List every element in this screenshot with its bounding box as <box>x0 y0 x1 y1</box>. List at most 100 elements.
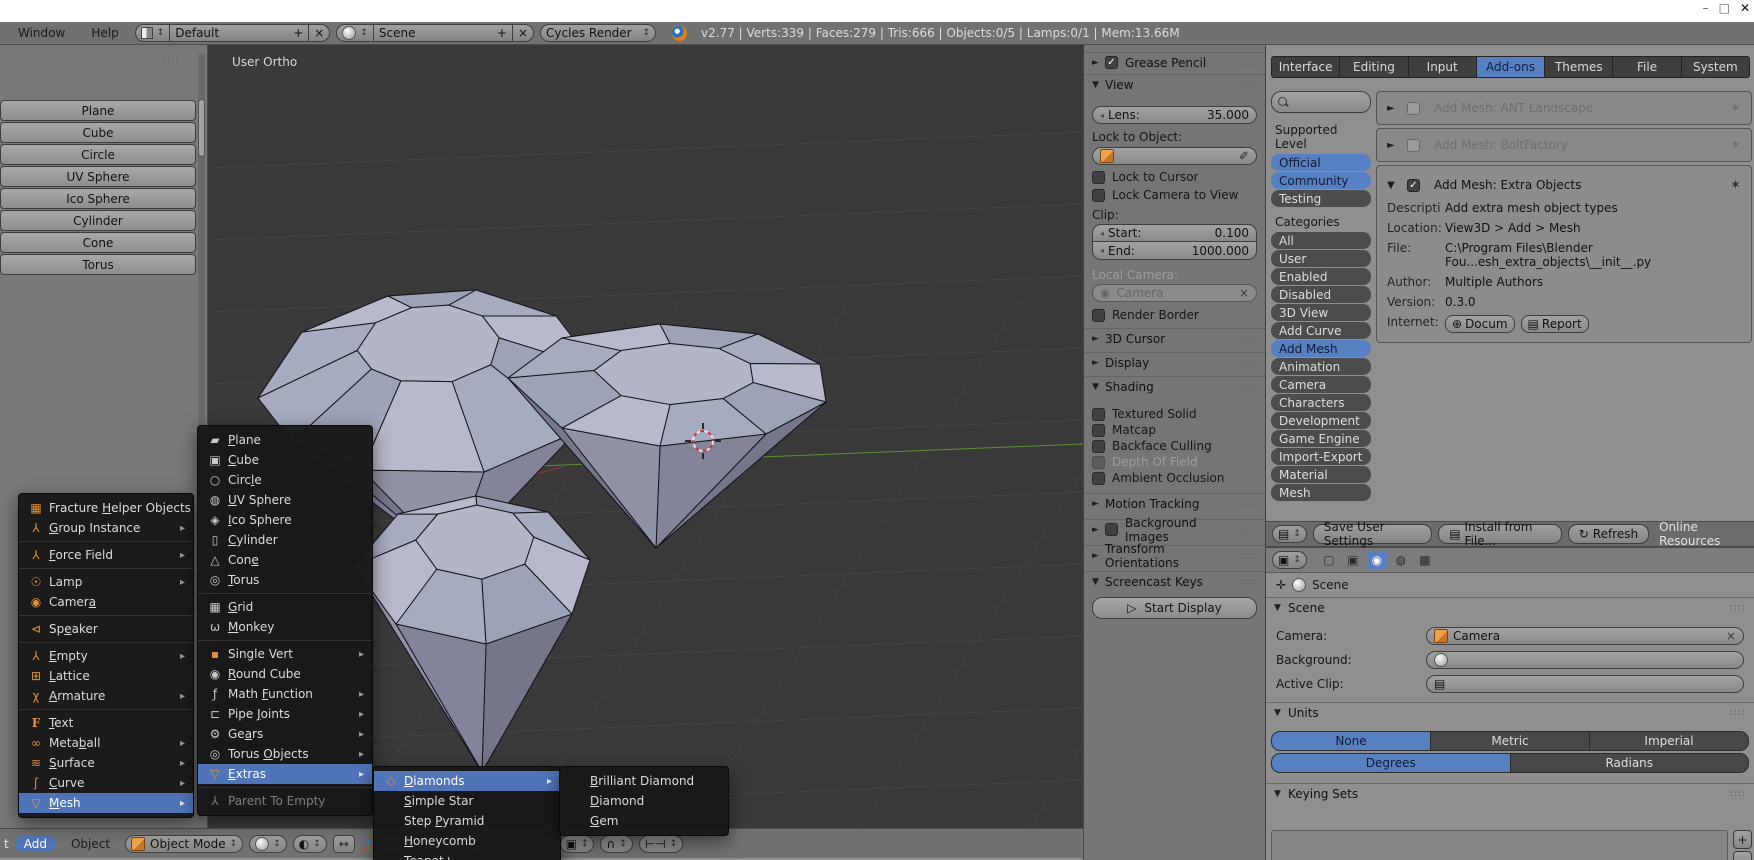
tab-editing[interactable]: Editing <box>1340 56 1409 78</box>
panel-toggle-icon[interactable]: ► <box>1092 525 1105 535</box>
panel-header-motion-tracking[interactable]: ► Motion Tracking:::: <box>1084 493 1265 513</box>
menu-item-circle[interactable]: ○ Circle <box>198 470 372 490</box>
lock-to-object-field[interactable]: ✐ <box>1092 147 1257 165</box>
mode-dropdown[interactable]: Object Mode ↕ <box>125 834 244 853</box>
slider-lens-[interactable]: ◂ Lens: 35.000 <box>1092 106 1257 124</box>
addon-header[interactable]: ▼ ✓ Add Mesh: Extra Objects ✶ <box>1377 166 1751 198</box>
checkbox-ambient-occlusion[interactable]: ✓ <box>1092 471 1105 485</box>
decrement-arrow-icon[interactable]: ◂ <box>1100 111 1104 120</box>
add-plane-button[interactable]: Plane <box>0 100 196 121</box>
expand-arrow-icon[interactable]: ► <box>1387 103 1407 114</box>
scene-panel-header[interactable]: ▼ Scene :::: <box>1266 597 1754 618</box>
addon-search-input[interactable] <box>1271 91 1371 113</box>
layout-add-button[interactable]: + <box>288 24 309 42</box>
report-bug-button[interactable]: ▤ Report <box>1520 315 1589 333</box>
tab-system[interactable]: System <box>1681 56 1750 78</box>
menu-item-diamonds[interactable]: ◇ Diamonds ▸ <box>374 771 560 791</box>
menu-item-grid[interactable]: ▦ Grid <box>198 597 372 617</box>
panel-toggle-icon[interactable]: ► <box>1092 58 1105 68</box>
decrement-arrow-icon[interactable]: ◂ <box>1100 246 1104 255</box>
menu-item-armature[interactable]: χ Armature ▸ <box>19 686 193 706</box>
menu-item-empty[interactable]: ⅄ Empty ▸ <box>19 646 193 666</box>
panel-toggle-icon[interactable]: ► <box>1092 499 1105 509</box>
menu-item-camera[interactable]: ◉ Camera <box>19 592 193 612</box>
menu-item-math-function[interactable]: ƒ Math Function ▸ <box>198 684 372 704</box>
panel-drag-dots[interactable]: :::: <box>1241 80 1257 90</box>
panel-toggle-icon[interactable]: ▼ <box>1092 382 1105 392</box>
menu-item-uv-sphere[interactable]: ◍ UV Sphere <box>198 490 372 510</box>
expand-arrow-icon[interactable]: ► <box>1387 140 1407 151</box>
pivot-dropdown[interactable]: ◐ ↕ <box>292 834 327 853</box>
menu-item-metaball[interactable]: ∞ Metaball ▸ <box>19 733 193 753</box>
menu-item-torus-objects[interactable]: ◎ Torus Objects ▸ <box>198 744 372 764</box>
panel-drag-dots[interactable]: :::: <box>1241 58 1257 68</box>
menu-item-group-instance[interactable]: ⅄ Group Instance ▸ <box>19 518 193 538</box>
add-torus-button[interactable]: Torus <box>0 254 196 275</box>
category-camera[interactable]: Camera <box>1271 376 1371 393</box>
decrement-arrow-icon[interactable]: ◂ <box>1100 229 1104 238</box>
rotation-radians[interactable]: Radians <box>1510 753 1749 773</box>
menu-item-mesh[interactable]: ▽ Mesh ▸ <box>19 793 193 813</box>
menu-item-curve[interactable]: ʃ Curve ▸ <box>19 773 193 793</box>
scene-selector[interactable]: ↕ Scene + × <box>336 24 535 42</box>
collapse-arrow-icon[interactable]: ▼ <box>1387 180 1407 191</box>
addon-enable-checkbox[interactable] <box>1407 138 1420 152</box>
menu-item-teapot[interactable]: Teapot+ <box>374 851 560 860</box>
category-characters[interactable]: Characters <box>1271 394 1371 411</box>
render-layers-tab-icon[interactable]: ▣ <box>1343 552 1363 569</box>
scene-camera-field[interactable]: Camera × <box>1426 627 1744 645</box>
menu-item-text[interactable]: F Text <box>19 713 193 733</box>
snap-element-dropdown[interactable]: ⊢⊣ ↕ <box>638 834 684 853</box>
render-engine-dropdown[interactable]: Cycles Render ↕ <box>540 24 657 42</box>
panel-drag-dots[interactable]: :::: <box>1730 603 1746 613</box>
menu-item-plane[interactable]: ▰ Plane <box>198 430 372 450</box>
add-circle-button[interactable]: Circle <box>0 144 196 165</box>
documentation-button[interactable]: ⊕ Docum <box>1445 315 1515 333</box>
active-clip-field[interactable]: ▤ <box>1426 675 1744 693</box>
menu-help[interactable]: Help <box>81 26 128 40</box>
add-cone-button[interactable]: Cone <box>0 232 196 253</box>
menu-item-honeycomb[interactable]: Honeycomb <box>374 831 560 851</box>
editor-type-selector[interactable]: ▤ ↕ <box>1272 525 1307 543</box>
addon-enable-checkbox[interactable]: ✓ <box>1407 178 1420 192</box>
tab-themes[interactable]: Themes <box>1545 56 1614 78</box>
checkbox-lock-camera-to-view[interactable]: ✓ <box>1092 188 1105 202</box>
texture-tab-icon[interactable]: ▩ <box>1415 552 1435 569</box>
menu-item-diamond[interactable]: Diamond <box>560 791 728 811</box>
menu-item-cube[interactable]: ▣ Cube <box>198 450 372 470</box>
close-button[interactable]: ✕ <box>1740 1 1750 15</box>
scene-name-field[interactable]: Scene <box>373 24 492 42</box>
panel-toggle-icon[interactable]: ▼ <box>1092 577 1105 587</box>
unit-metric[interactable]: Metric <box>1431 731 1590 751</box>
slider-start-[interactable]: ◂ Start: 0.100 <box>1092 224 1257 242</box>
checkbox-render-border[interactable]: ✓ <box>1092 308 1105 322</box>
screen-layout-selector[interactable]: ↕ Default + × <box>134 24 331 42</box>
panel-toggle-icon[interactable]: ▼ <box>1092 80 1105 90</box>
clear-camera-icon[interactable]: × <box>1726 629 1736 643</box>
checkbox-textured-solid[interactable]: ✓ <box>1092 407 1105 421</box>
panel-drag-dots[interactable]: :::: <box>1241 358 1257 368</box>
snap-dropdown[interactable]: ∩ ↕ <box>600 834 633 853</box>
panel-header-background-images[interactable]: ►✓ Background Images:::: <box>1084 516 1265 544</box>
units-panel-header[interactable]: ▼ Units :::: <box>1266 702 1754 723</box>
menu-item-lattice[interactable]: ⊞ Lattice <box>19 666 193 686</box>
layout-name-field[interactable]: Default <box>170 24 289 42</box>
menu-item-single-vert[interactable]: ▪ Single Vert ▸ <box>198 644 372 664</box>
tab-add-ons[interactable]: Add-ons <box>1476 56 1546 78</box>
background-set-field[interactable] <box>1426 651 1744 669</box>
pin-icon[interactable]: ✛ <box>1276 578 1286 592</box>
install-from-file-button[interactable]: ▤ Install from File... <box>1438 520 1562 548</box>
category-add-curve[interactable]: Add Curve <box>1271 322 1371 339</box>
menu-item-cylinder[interactable]: ▯ Cylinder <box>198 530 372 550</box>
add-keying-set-button[interactable]: + <box>1733 830 1752 849</box>
panel-checkbox[interactable]: ✓ <box>1105 523 1118 536</box>
level-testing[interactable]: Testing <box>1271 190 1371 207</box>
add-cylinder-button[interactable]: Cylinder <box>0 210 196 231</box>
category-all[interactable]: All <box>1271 232 1371 249</box>
panel-drag-dots[interactable]: :::: <box>1241 551 1257 561</box>
panel-drag-dots[interactable]: :::: <box>1730 708 1746 718</box>
panel-header-3d-cursor[interactable]: ► 3D Cursor:::: <box>1084 328 1265 348</box>
menu-item-extras[interactable]: ▽ Extras ▸ <box>198 764 372 784</box>
panel-header-screencast-keys[interactable]: ▼ Screencast Keys:::: <box>1084 571 1265 591</box>
remove-keying-set-button[interactable]: − <box>1733 851 1752 860</box>
